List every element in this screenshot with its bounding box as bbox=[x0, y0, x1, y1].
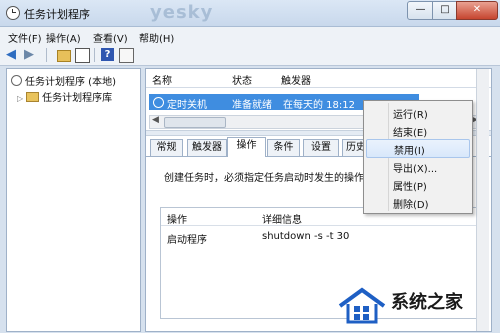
menu-file[interactable]: 文件(F) bbox=[8, 30, 42, 45]
context-menu: 运行(R) 结束(E) 禁用(I) 导出(X)... 属性(P) 删除(D) bbox=[363, 100, 473, 214]
task-status: 准备就绪 bbox=[232, 100, 272, 111]
action-details: shutdown -s -t 30 bbox=[262, 231, 350, 242]
menu-item-run-label: 运行(R) bbox=[393, 110, 428, 121]
task-list-header: 名称 状态 触发器 bbox=[146, 69, 491, 88]
menu-item-export[interactable]: 导出(X)... bbox=[366, 158, 470, 175]
help-icon[interactable]: ? bbox=[101, 48, 114, 61]
menu-item-delete-label: 删除(D) bbox=[393, 200, 429, 211]
scroll-left-icon[interactable]: ◀ bbox=[152, 115, 159, 125]
table-row[interactable]: 启动程序 shutdown -s -t 30 bbox=[161, 228, 476, 246]
folder-icon bbox=[26, 92, 40, 102]
house-logo-icon bbox=[338, 287, 386, 324]
menu-item-export-label: 导出(X)... bbox=[393, 164, 438, 175]
minimize-button[interactable]: — bbox=[407, 1, 434, 20]
menu-item-disable[interactable]: 禁用(I) bbox=[366, 139, 470, 158]
clock-icon bbox=[153, 97, 164, 108]
task-name: 定时关机 bbox=[167, 100, 207, 111]
scrollbar-thumb[interactable] bbox=[164, 117, 226, 128]
menu-item-properties-label: 属性(P) bbox=[393, 182, 427, 193]
menu-item-properties[interactable]: 属性(P) bbox=[366, 176, 470, 193]
tab-settings[interactable]: 设置 bbox=[303, 139, 339, 156]
forward-arrow-icon[interactable]: ▶ bbox=[24, 47, 37, 62]
column-name[interactable]: 名称 bbox=[152, 72, 172, 87]
back-arrow-icon[interactable]: ◀ bbox=[6, 47, 19, 62]
menu-item-delete[interactable]: 删除(D) bbox=[366, 194, 470, 211]
actions-description: 创建任务时，必须指定任务启动时发生的操作。 bbox=[164, 173, 374, 184]
folder-up-icon[interactable] bbox=[57, 50, 71, 62]
menu-item-run[interactable]: 运行(R) bbox=[366, 104, 470, 121]
tree-library-label: 任务计划程序库 bbox=[42, 93, 113, 104]
clock-icon bbox=[11, 75, 22, 86]
logo-text: 系统之家 bbox=[391, 292, 463, 313]
column-action[interactable]: 操作 bbox=[167, 211, 187, 226]
clock-icon bbox=[6, 6, 20, 20]
tab-conditions[interactable]: 条件 bbox=[267, 139, 300, 156]
toolbar: ◀ ▶ ? bbox=[0, 45, 500, 66]
tree-item-root[interactable]: 任务计划程序 (本地) bbox=[11, 73, 116, 88]
expand-arrow-icon[interactable]: ▷ bbox=[17, 94, 23, 103]
maximize-button[interactable]: □ bbox=[432, 1, 458, 20]
toolbar-divider bbox=[94, 48, 95, 62]
menu-item-end-label: 结束(E) bbox=[393, 128, 428, 139]
tab-general[interactable]: 常规 bbox=[150, 139, 183, 156]
title-bar: 任务计划程序 yesky — □ ✕ bbox=[0, 0, 500, 27]
navigation-tree: 任务计划程序 (本地) ▷ 任务计划程序库 bbox=[6, 68, 141, 332]
menu-bar: 文件(F) 操作(A) 查看(V) 帮助(H) bbox=[0, 27, 500, 46]
tree-item-library[interactable]: ▷ 任务计划程序库 bbox=[17, 89, 112, 104]
menu-help[interactable]: 帮助(H) bbox=[139, 30, 174, 45]
menu-item-end[interactable]: 结束(E) bbox=[366, 122, 470, 139]
toolbar-divider bbox=[46, 48, 47, 62]
column-trigger[interactable]: 触发器 bbox=[281, 72, 311, 87]
action-pane-icon[interactable] bbox=[119, 48, 134, 63]
window-title: 任务计划程序 bbox=[24, 8, 90, 21]
menu-action[interactable]: 操作(A) bbox=[46, 30, 81, 45]
site-logo: 系统之家 bbox=[336, 280, 498, 330]
menu-view[interactable]: 查看(V) bbox=[93, 30, 128, 45]
task-trigger: 在每天的 18:12 bbox=[283, 100, 355, 111]
column-details[interactable]: 详细信息 bbox=[262, 211, 302, 226]
tree-root-label: 任务计划程序 (本地) bbox=[25, 77, 116, 88]
action-type: 启动程序 bbox=[167, 235, 207, 246]
tab-actions[interactable]: 操作 bbox=[227, 137, 266, 157]
tab-triggers[interactable]: 触发器 bbox=[187, 139, 227, 156]
menu-item-disable-label: 禁用(I) bbox=[394, 146, 425, 157]
column-status[interactable]: 状态 bbox=[232, 72, 252, 87]
close-button[interactable]: ✕ bbox=[456, 1, 498, 20]
watermark: yesky bbox=[150, 2, 214, 23]
show-hide-tree-icon[interactable] bbox=[75, 48, 90, 63]
